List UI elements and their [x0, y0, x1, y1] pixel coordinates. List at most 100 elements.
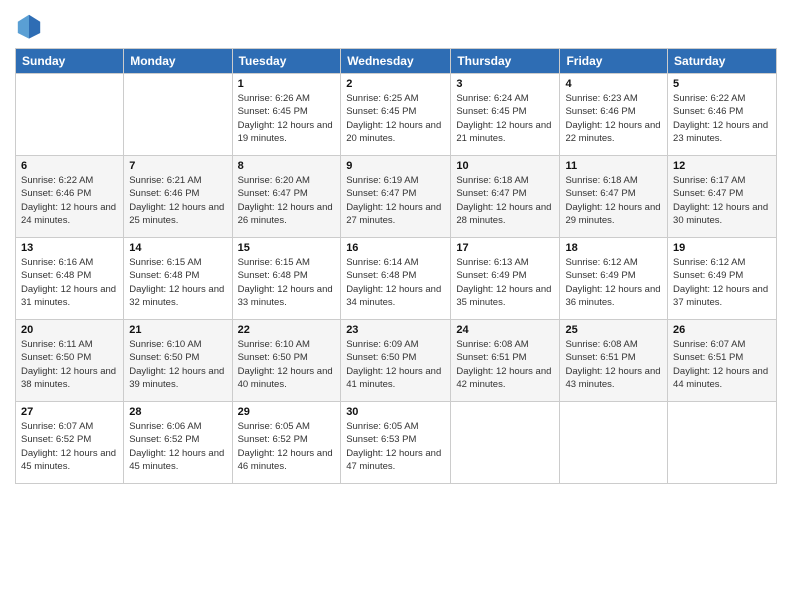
- calendar-week-row: 27 Sunrise: 6:07 AMSunset: 6:52 PMDayligh…: [16, 402, 777, 484]
- day-number: 17: [456, 242, 554, 254]
- day-info: Sunrise: 6:07 AMSunset: 6:51 PMDaylight:…: [673, 338, 771, 391]
- calendar-cell: 7 Sunrise: 6:21 AMSunset: 6:46 PMDaylight…: [124, 156, 232, 238]
- calendar-cell: 15 Sunrise: 6:15 AMSunset: 6:48 PMDayligh…: [232, 238, 341, 320]
- day-of-week-header: Tuesday: [232, 49, 341, 74]
- day-info: Sunrise: 6:10 AMSunset: 6:50 PMDaylight:…: [129, 338, 226, 391]
- day-of-week-header: Saturday: [668, 49, 777, 74]
- calendar-cell: 18 Sunrise: 6:12 AMSunset: 6:49 PMDayligh…: [560, 238, 668, 320]
- calendar-cell: 25Sunrise: 6:08 AMSunset: 6:51 PMDayligh…: [560, 320, 668, 402]
- day-info: Sunrise: 6:15 AMSunset: 6:48 PMDaylight:…: [129, 256, 226, 309]
- day-number: 8: [238, 160, 336, 172]
- calendar-week-row: 13 Sunrise: 6:16 AMSunset: 6:48 PMDayligh…: [16, 238, 777, 320]
- calendar-cell: 8 Sunrise: 6:20 AMSunset: 6:47 PMDaylight…: [232, 156, 341, 238]
- day-info: Sunrise: 6:19 AMSunset: 6:47 PMDaylight:…: [346, 174, 445, 227]
- calendar-cell: 14 Sunrise: 6:15 AMSunset: 6:48 PMDayligh…: [124, 238, 232, 320]
- day-info: Sunrise: 6:12 AMSunset: 6:49 PMDaylight:…: [673, 256, 771, 309]
- header-row: SundayMondayTuesdayWednesdayThursdayFrid…: [16, 49, 777, 74]
- calendar-week-row: 6 Sunrise: 6:22 AMSunset: 6:46 PMDaylight…: [16, 156, 777, 238]
- day-number: 19: [673, 242, 771, 254]
- calendar-cell: 4 Sunrise: 6:23 AMSunset: 6:46 PMDaylight…: [560, 74, 668, 156]
- calendar-cell: 23 Sunrise: 6:09 AMSunset: 6:50 PMDayligh…: [341, 320, 451, 402]
- day-info: Sunrise: 6:14 AMSunset: 6:48 PMDaylight:…: [346, 256, 445, 309]
- day-of-week-header: Monday: [124, 49, 232, 74]
- day-number: 15: [238, 242, 336, 254]
- calendar-cell: 22 Sunrise: 6:10 AMSunset: 6:50 PMDayligh…: [232, 320, 341, 402]
- day-info: Sunrise: 6:10 AMSunset: 6:50 PMDaylight:…: [238, 338, 336, 391]
- calendar-cell: [451, 402, 560, 484]
- calendar-cell: 19 Sunrise: 6:12 AMSunset: 6:49 PMDayligh…: [668, 238, 777, 320]
- day-number: 16: [346, 242, 445, 254]
- day-info: Sunrise: 6:15 AMSunset: 6:48 PMDaylight:…: [238, 256, 336, 309]
- day-number: 28: [129, 406, 226, 418]
- calendar-cell: 16 Sunrise: 6:14 AMSunset: 6:48 PMDayligh…: [341, 238, 451, 320]
- calendar-cell: [124, 74, 232, 156]
- calendar-cell: 20 Sunrise: 6:11 AMSunset: 6:50 PMDayligh…: [16, 320, 124, 402]
- day-number: 23: [346, 324, 445, 336]
- day-of-week-header: Sunday: [16, 49, 124, 74]
- calendar-cell: [16, 74, 124, 156]
- day-info: Sunrise: 6:18 AMSunset: 6:47 PMDaylight:…: [565, 174, 662, 227]
- day-number: 6: [21, 160, 118, 172]
- day-number: 14: [129, 242, 226, 254]
- calendar-cell: [668, 402, 777, 484]
- day-number: 25: [565, 324, 662, 336]
- calendar-cell: 2 Sunrise: 6:25 AMSunset: 6:45 PMDaylight…: [341, 74, 451, 156]
- header: [15, 10, 777, 40]
- day-info: Sunrise: 6:21 AMSunset: 6:46 PMDaylight:…: [129, 174, 226, 227]
- day-info: Sunrise: 6:07 AMSunset: 6:52 PMDaylight:…: [21, 420, 118, 473]
- day-info: Sunrise: 6:22 AMSunset: 6:46 PMDaylight:…: [21, 174, 118, 227]
- day-number: 3: [456, 78, 554, 90]
- day-number: 10: [456, 160, 554, 172]
- calendar-cell: 30Sunrise: 6:05 AMSunset: 6:53 PMDayligh…: [341, 402, 451, 484]
- day-info: Sunrise: 6:17 AMSunset: 6:47 PMDaylight:…: [673, 174, 771, 227]
- day-number: 21: [129, 324, 226, 336]
- calendar-cell: 10Sunrise: 6:18 AMSunset: 6:47 PMDayligh…: [451, 156, 560, 238]
- day-number: 2: [346, 78, 445, 90]
- calendar-cell: 6 Sunrise: 6:22 AMSunset: 6:46 PMDaylight…: [16, 156, 124, 238]
- calendar-cell: 26Sunrise: 6:07 AMSunset: 6:51 PMDayligh…: [668, 320, 777, 402]
- calendar-cell: 21 Sunrise: 6:10 AMSunset: 6:50 PMDayligh…: [124, 320, 232, 402]
- day-info: Sunrise: 6:23 AMSunset: 6:46 PMDaylight:…: [565, 92, 662, 145]
- page: SundayMondayTuesdayWednesdayThursdayFrid…: [0, 0, 792, 612]
- calendar-cell: 28 Sunrise: 6:06 AMSunset: 6:52 PMDayligh…: [124, 402, 232, 484]
- calendar-body: 1Sunrise: 6:26 AMSunset: 6:45 PMDaylight…: [16, 74, 777, 484]
- day-info: Sunrise: 6:26 AMSunset: 6:45 PMDaylight:…: [238, 92, 336, 145]
- day-number: 13: [21, 242, 118, 254]
- calendar-week-row: 20 Sunrise: 6:11 AMSunset: 6:50 PMDayligh…: [16, 320, 777, 402]
- day-of-week-header: Friday: [560, 49, 668, 74]
- calendar-cell: 27 Sunrise: 6:07 AMSunset: 6:52 PMDayligh…: [16, 402, 124, 484]
- day-number: 11: [565, 160, 662, 172]
- day-number: 27: [21, 406, 118, 418]
- calendar-cell: 9 Sunrise: 6:19 AMSunset: 6:47 PMDaylight…: [341, 156, 451, 238]
- day-info: Sunrise: 6:09 AMSunset: 6:50 PMDaylight:…: [346, 338, 445, 391]
- day-number: 7: [129, 160, 226, 172]
- day-number: 9: [346, 160, 445, 172]
- day-of-week-header: Wednesday: [341, 49, 451, 74]
- day-info: Sunrise: 6:22 AMSunset: 6:46 PMDaylight:…: [673, 92, 771, 145]
- day-info: Sunrise: 6:20 AMSunset: 6:47 PMDaylight:…: [238, 174, 336, 227]
- day-number: 5: [673, 78, 771, 90]
- calendar-cell: [560, 402, 668, 484]
- day-number: 30: [346, 406, 445, 418]
- calendar-cell: 24Sunrise: 6:08 AMSunset: 6:51 PMDayligh…: [451, 320, 560, 402]
- day-info: Sunrise: 6:05 AMSunset: 6:52 PMDaylight:…: [238, 420, 336, 473]
- day-info: Sunrise: 6:16 AMSunset: 6:48 PMDaylight:…: [21, 256, 118, 309]
- day-number: 22: [238, 324, 336, 336]
- calendar-cell: 3Sunrise: 6:24 AMSunset: 6:45 PMDaylight…: [451, 74, 560, 156]
- day-info: Sunrise: 6:12 AMSunset: 6:49 PMDaylight:…: [565, 256, 662, 309]
- calendar-cell: 13 Sunrise: 6:16 AMSunset: 6:48 PMDayligh…: [16, 238, 124, 320]
- calendar: SundayMondayTuesdayWednesdayThursdayFrid…: [15, 48, 777, 484]
- day-info: Sunrise: 6:06 AMSunset: 6:52 PMDaylight:…: [129, 420, 226, 473]
- calendar-cell: 17 Sunrise: 6:13 AMSunset: 6:49 PMDayligh…: [451, 238, 560, 320]
- day-number: 4: [565, 78, 662, 90]
- day-info: Sunrise: 6:25 AMSunset: 6:45 PMDaylight:…: [346, 92, 445, 145]
- calendar-cell: 29Sunrise: 6:05 AMSunset: 6:52 PMDayligh…: [232, 402, 341, 484]
- day-number: 20: [21, 324, 118, 336]
- day-info: Sunrise: 6:11 AMSunset: 6:50 PMDaylight:…: [21, 338, 118, 391]
- calendar-cell: 5 Sunrise: 6:22 AMSunset: 6:46 PMDaylight…: [668, 74, 777, 156]
- day-info: Sunrise: 6:13 AMSunset: 6:49 PMDaylight:…: [456, 256, 554, 309]
- logo-icon: [15, 12, 43, 40]
- logo: [15, 10, 45, 40]
- day-of-week-header: Thursday: [451, 49, 560, 74]
- day-number: 18: [565, 242, 662, 254]
